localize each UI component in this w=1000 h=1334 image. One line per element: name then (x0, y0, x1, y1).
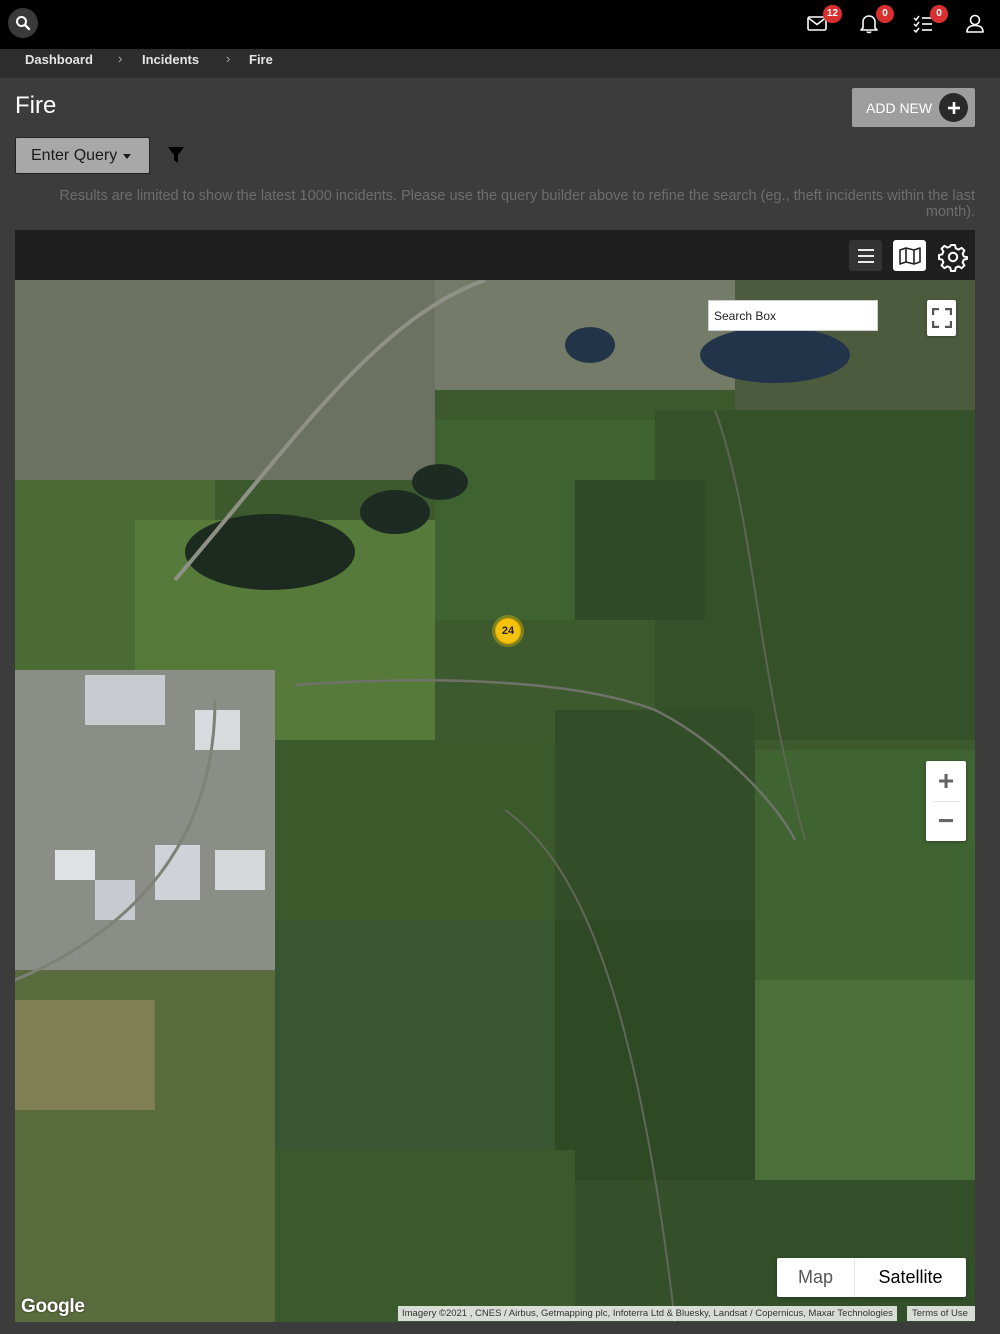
map-search-input[interactable] (708, 300, 878, 331)
messages-button[interactable]: 12 (806, 5, 842, 36)
breadcrumb-current: Fire (249, 52, 273, 67)
breadcrumb-separator: › (226, 51, 231, 66)
user-icon (966, 14, 984, 33)
add-new-label: ADD NEW (866, 99, 933, 116)
tasks-button[interactable]: 0 (912, 5, 948, 36)
list-view-button[interactable] (849, 240, 882, 271)
top-bar: 12 0 0 (0, 0, 1000, 49)
breadcrumb-incidents[interactable]: Incidents (142, 49, 199, 78)
search-icon (16, 16, 31, 31)
add-new-button[interactable]: ADD NEW (852, 88, 975, 127)
terms-of-use-link[interactable]: Terms of Use (907, 1306, 975, 1321)
breadcrumb-dashboard[interactable]: Dashboard (25, 49, 93, 78)
hamburger-icon (857, 248, 874, 263)
plus-circle-icon (939, 93, 968, 122)
enter-query-dropdown[interactable]: Enter Query (15, 137, 150, 174)
user-menu-button[interactable] (964, 12, 988, 36)
map-icon (898, 246, 921, 265)
gear-icon[interactable] (938, 242, 968, 272)
google-logo: Google (21, 1296, 85, 1317)
zoom-out-button[interactable]: − (926, 801, 966, 841)
breadcrumb: Dashboard › Incidents › Fire (0, 49, 1000, 78)
notifications-button[interactable]: 0 (858, 5, 894, 36)
zoom-in-button[interactable]: + (926, 761, 966, 801)
map-type-map-button[interactable]: Map (777, 1258, 855, 1297)
filter-icon[interactable] (167, 146, 185, 164)
results-limit-notice: Results are limited to show the latest 1… (59, 188, 975, 220)
map-panel: 24 + − Map Satellite Google Imagery ©202… (15, 230, 975, 1322)
page-title: Fire (15, 92, 57, 119)
cluster-count: 24 (495, 618, 521, 644)
fullscreen-button[interactable] (927, 300, 956, 336)
enter-query-label: Enter Query (31, 146, 118, 164)
incident-cluster-marker[interactable]: 24 (492, 615, 524, 647)
search-button[interactable] (8, 8, 38, 38)
map-attribution: Imagery ©2021 , CNES / Airbus, Getmappin… (398, 1306, 897, 1321)
messages-badge: 12 (822, 5, 842, 23)
notifications-badge: 0 (876, 5, 894, 23)
fullscreen-icon (931, 308, 952, 328)
view-toolbar (15, 230, 975, 280)
map-type-satellite-button[interactable]: Satellite (855, 1258, 966, 1297)
zoom-controls: + − (926, 761, 966, 841)
map-type-control: Map Satellite (777, 1258, 966, 1297)
map-view-button[interactable] (893, 240, 926, 271)
satellite-map[interactable]: 24 + − Map Satellite Google Imagery ©202… (15, 280, 975, 1322)
satellite-imagery (15, 280, 975, 1322)
caret-down-icon (123, 154, 131, 159)
tasks-badge: 0 (930, 5, 948, 23)
breadcrumb-separator: › (118, 51, 123, 66)
